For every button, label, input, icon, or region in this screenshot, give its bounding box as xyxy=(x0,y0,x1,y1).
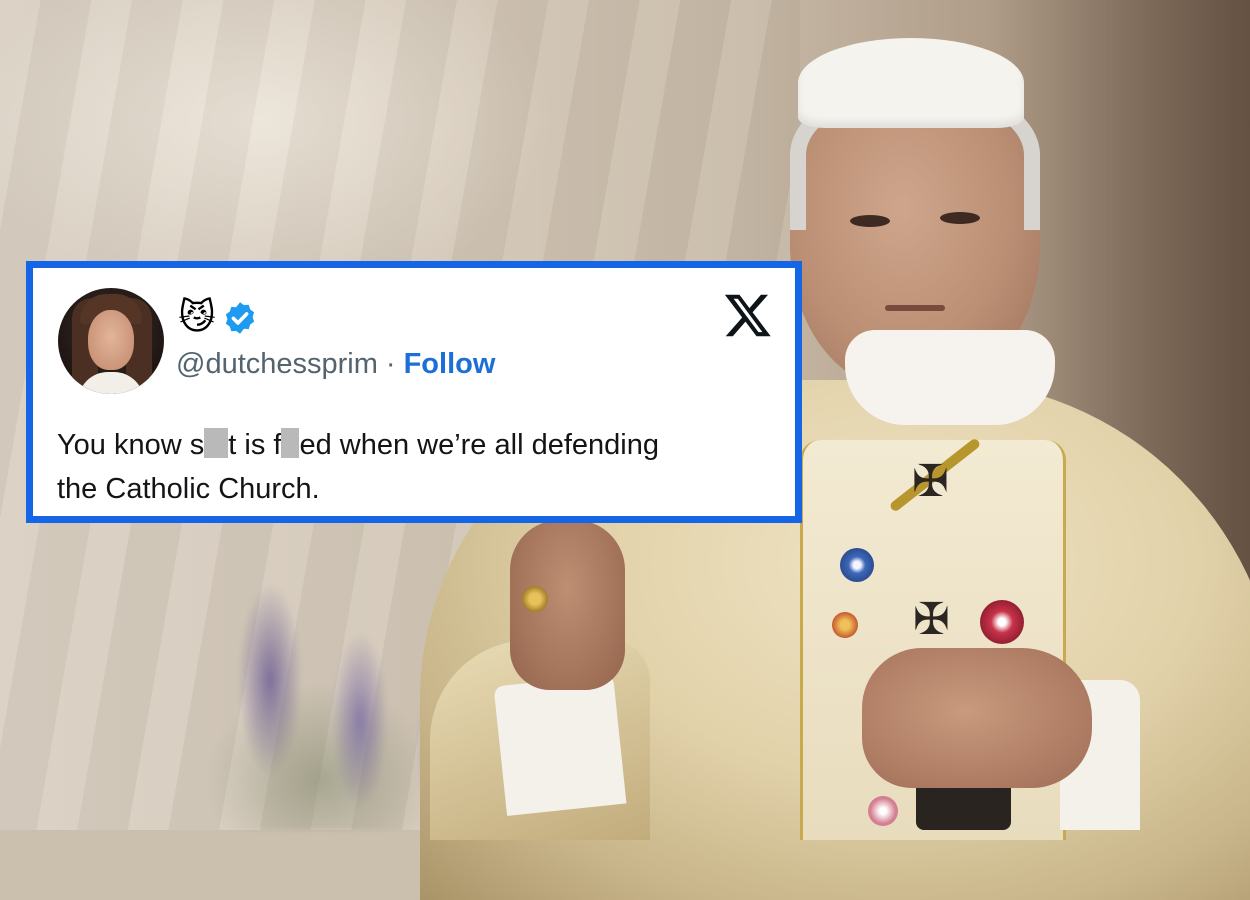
zucchetto-cap xyxy=(798,38,1024,128)
x-logo-icon[interactable] xyxy=(723,290,773,340)
tweet-text-segment: You know s xyxy=(57,429,205,461)
display-name-emoji: 😼 xyxy=(178,296,216,337)
handle-row: @dutchessprim · Follow xyxy=(176,344,495,384)
cross-icon: ✠ xyxy=(912,457,949,506)
avatar[interactable] xyxy=(58,288,164,394)
tweet-text: You know shit is fucked when we’re all d… xyxy=(57,423,777,511)
red-flower-embroidery xyxy=(980,600,1024,644)
blue-flower-embroidery xyxy=(840,548,874,582)
right-hand xyxy=(862,648,1092,788)
tweet-text-segment: t is f xyxy=(228,429,282,461)
pink-flower-embroidery xyxy=(868,796,898,826)
separator-dot: · xyxy=(385,348,396,380)
cross-icon: ✠ xyxy=(913,595,950,644)
censored-block: hi xyxy=(204,428,229,458)
collar xyxy=(845,330,1055,425)
tweet-card: 😼 @dutchessprim·Follow You know shit is … xyxy=(26,261,802,523)
verified-badge-icon xyxy=(225,302,255,334)
right-eye xyxy=(940,212,980,224)
mouth xyxy=(885,305,945,311)
user-handle[interactable]: @dutchessprim xyxy=(176,348,378,380)
gold-ring xyxy=(522,586,548,612)
left-cuff xyxy=(493,674,627,816)
avatar-face xyxy=(88,310,134,370)
follow-button[interactable]: Follow xyxy=(404,348,496,380)
censored-block: uck xyxy=(281,428,300,458)
tweet-text-line2: the Catholic Church. xyxy=(57,473,320,505)
orange-flower-embroidery xyxy=(832,612,858,638)
tweet-text-segment: ed when we’re all defending xyxy=(299,429,659,461)
left-eye xyxy=(850,215,890,227)
